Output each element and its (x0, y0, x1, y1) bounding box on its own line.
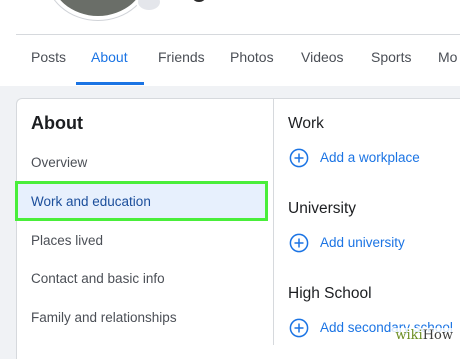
section-heading-high-school: High School (288, 285, 372, 302)
tab-photos[interactable]: Photos (230, 49, 274, 65)
wikihow-watermark: wikiHow (392, 328, 456, 343)
section-heading-work: Work (288, 115, 324, 132)
nav-item-overview[interactable]: Overview (31, 155, 87, 170)
profile-header (0, 0, 460, 86)
tabs-divider (16, 34, 460, 35)
active-tab-indicator (76, 82, 144, 85)
tab-more[interactable]: Mo (438, 49, 457, 65)
tab-videos[interactable]: Videos (301, 49, 344, 65)
tab-posts[interactable]: Posts (31, 49, 66, 65)
plus-circle-icon (289, 148, 309, 168)
nav-item-label-selected[interactable]: Work and education (31, 194, 151, 209)
about-title: About (31, 113, 83, 133)
nav-item-family[interactable]: Family and relationships (31, 310, 177, 325)
add-workplace-label[interactable]: Add a workplace (320, 150, 420, 165)
tab-sports[interactable]: Sports (371, 49, 411, 65)
add-university-label[interactable]: Add university (320, 235, 405, 250)
tab-friends[interactable]: Friends (158, 49, 205, 65)
column-divider (273, 98, 274, 345)
section-heading-university: University (288, 200, 357, 217)
tab-about[interactable]: About (91, 49, 128, 65)
plus-circle-icon (289, 318, 309, 338)
nav-item-places-lived[interactable]: Places lived (31, 233, 103, 248)
nav-item-contact-info[interactable]: Contact and basic info (31, 271, 165, 286)
plus-circle-icon (289, 233, 309, 253)
